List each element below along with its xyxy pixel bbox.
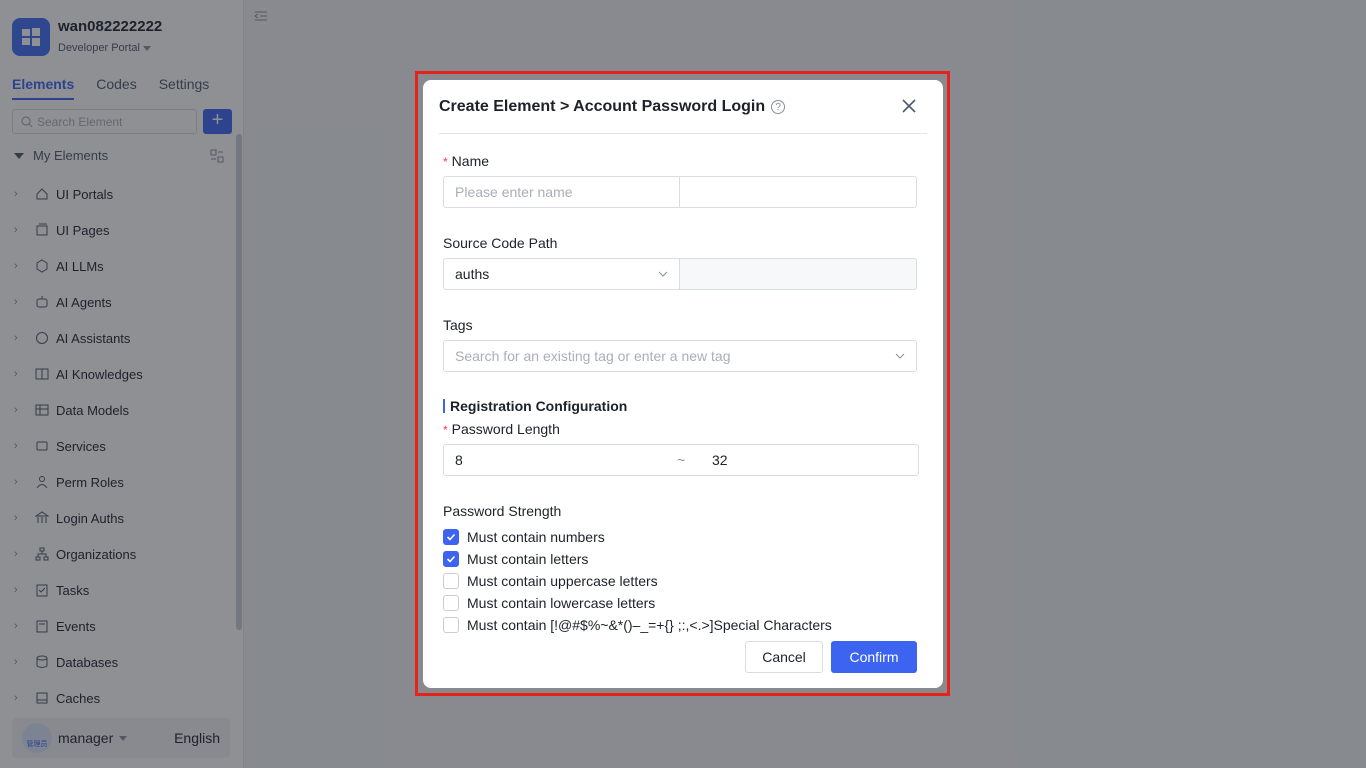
section-accent-bar <box>443 399 445 413</box>
check-label: Must contain [!@#$%~&*()–_=+{} ;:,<.>]Sp… <box>467 617 832 633</box>
create-element-dialog: Create Element > Account Password Login … <box>423 80 943 688</box>
chevron-down-icon <box>658 271 668 277</box>
password-strength-options: Must contain numbers Must contain letter… <box>443 526 832 636</box>
tags-placeholder: Search for an existing tag or enter a ne… <box>455 348 731 364</box>
password-length-range: 8 ~ 32 <box>443 444 919 476</box>
checkbox[interactable] <box>443 595 459 611</box>
required-mark: * <box>443 155 448 169</box>
checkbox-checked[interactable] <box>443 529 459 545</box>
password-length-label-text: Password Length <box>451 421 560 437</box>
check-letters[interactable]: Must contain letters <box>443 548 832 570</box>
check-lowercase[interactable]: Must contain lowercase letters <box>443 592 832 614</box>
name-input[interactable]: Please enter name <box>443 176 680 208</box>
check-label: Must contain numbers <box>467 529 605 545</box>
checkbox-checked[interactable] <box>443 551 459 567</box>
name-label-text: Name <box>451 153 490 169</box>
checkbox[interactable] <box>443 617 459 633</box>
check-special-characters[interactable]: Must contain [!@#$%~&*()–_=+{} ;:,<.>]Sp… <box>443 614 832 636</box>
source-path-input <box>680 258 917 290</box>
source-path-label: Source Code Path <box>443 235 558 251</box>
source-path-value: auths <box>455 266 490 282</box>
section-title-text: Registration Configuration <box>450 398 628 414</box>
password-strength-label: Password Strength <box>443 503 562 519</box>
title-divider <box>439 133 927 134</box>
tags-select[interactable]: Search for an existing tag or enter a ne… <box>443 340 917 372</box>
check-uppercase[interactable]: Must contain uppercase letters <box>443 570 832 592</box>
min-length-input[interactable]: 8 <box>455 452 463 468</box>
name-suffix-input[interactable] <box>680 176 917 208</box>
confirm-button[interactable]: Confirm <box>831 641 917 673</box>
checkbox[interactable] <box>443 573 459 589</box>
close-icon[interactable] <box>901 98 917 114</box>
section-title: Registration Configuration <box>443 398 627 414</box>
dialog-title: Create Element > Account Password Login … <box>439 98 786 116</box>
chevron-down-icon <box>895 353 905 359</box>
dialog-title-text: Create Element > Account Password Login <box>439 98 766 115</box>
check-label: Must contain uppercase letters <box>467 573 658 589</box>
required-mark: * <box>443 423 448 437</box>
check-label: Must contain letters <box>467 551 589 567</box>
source-path-select[interactable]: auths <box>443 258 680 290</box>
check-numbers[interactable]: Must contain numbers <box>443 526 832 548</box>
check-label: Must contain lowercase letters <box>467 595 656 611</box>
range-separator: ~ <box>677 452 686 468</box>
cancel-button[interactable]: Cancel <box>745 641 823 673</box>
tags-label: Tags <box>443 317 473 333</box>
name-label: * Name <box>443 153 489 169</box>
max-length-input[interactable]: 32 <box>712 452 728 468</box>
help-icon[interactable]: ? <box>771 100 786 114</box>
password-length-label: * Password Length <box>443 421 560 437</box>
